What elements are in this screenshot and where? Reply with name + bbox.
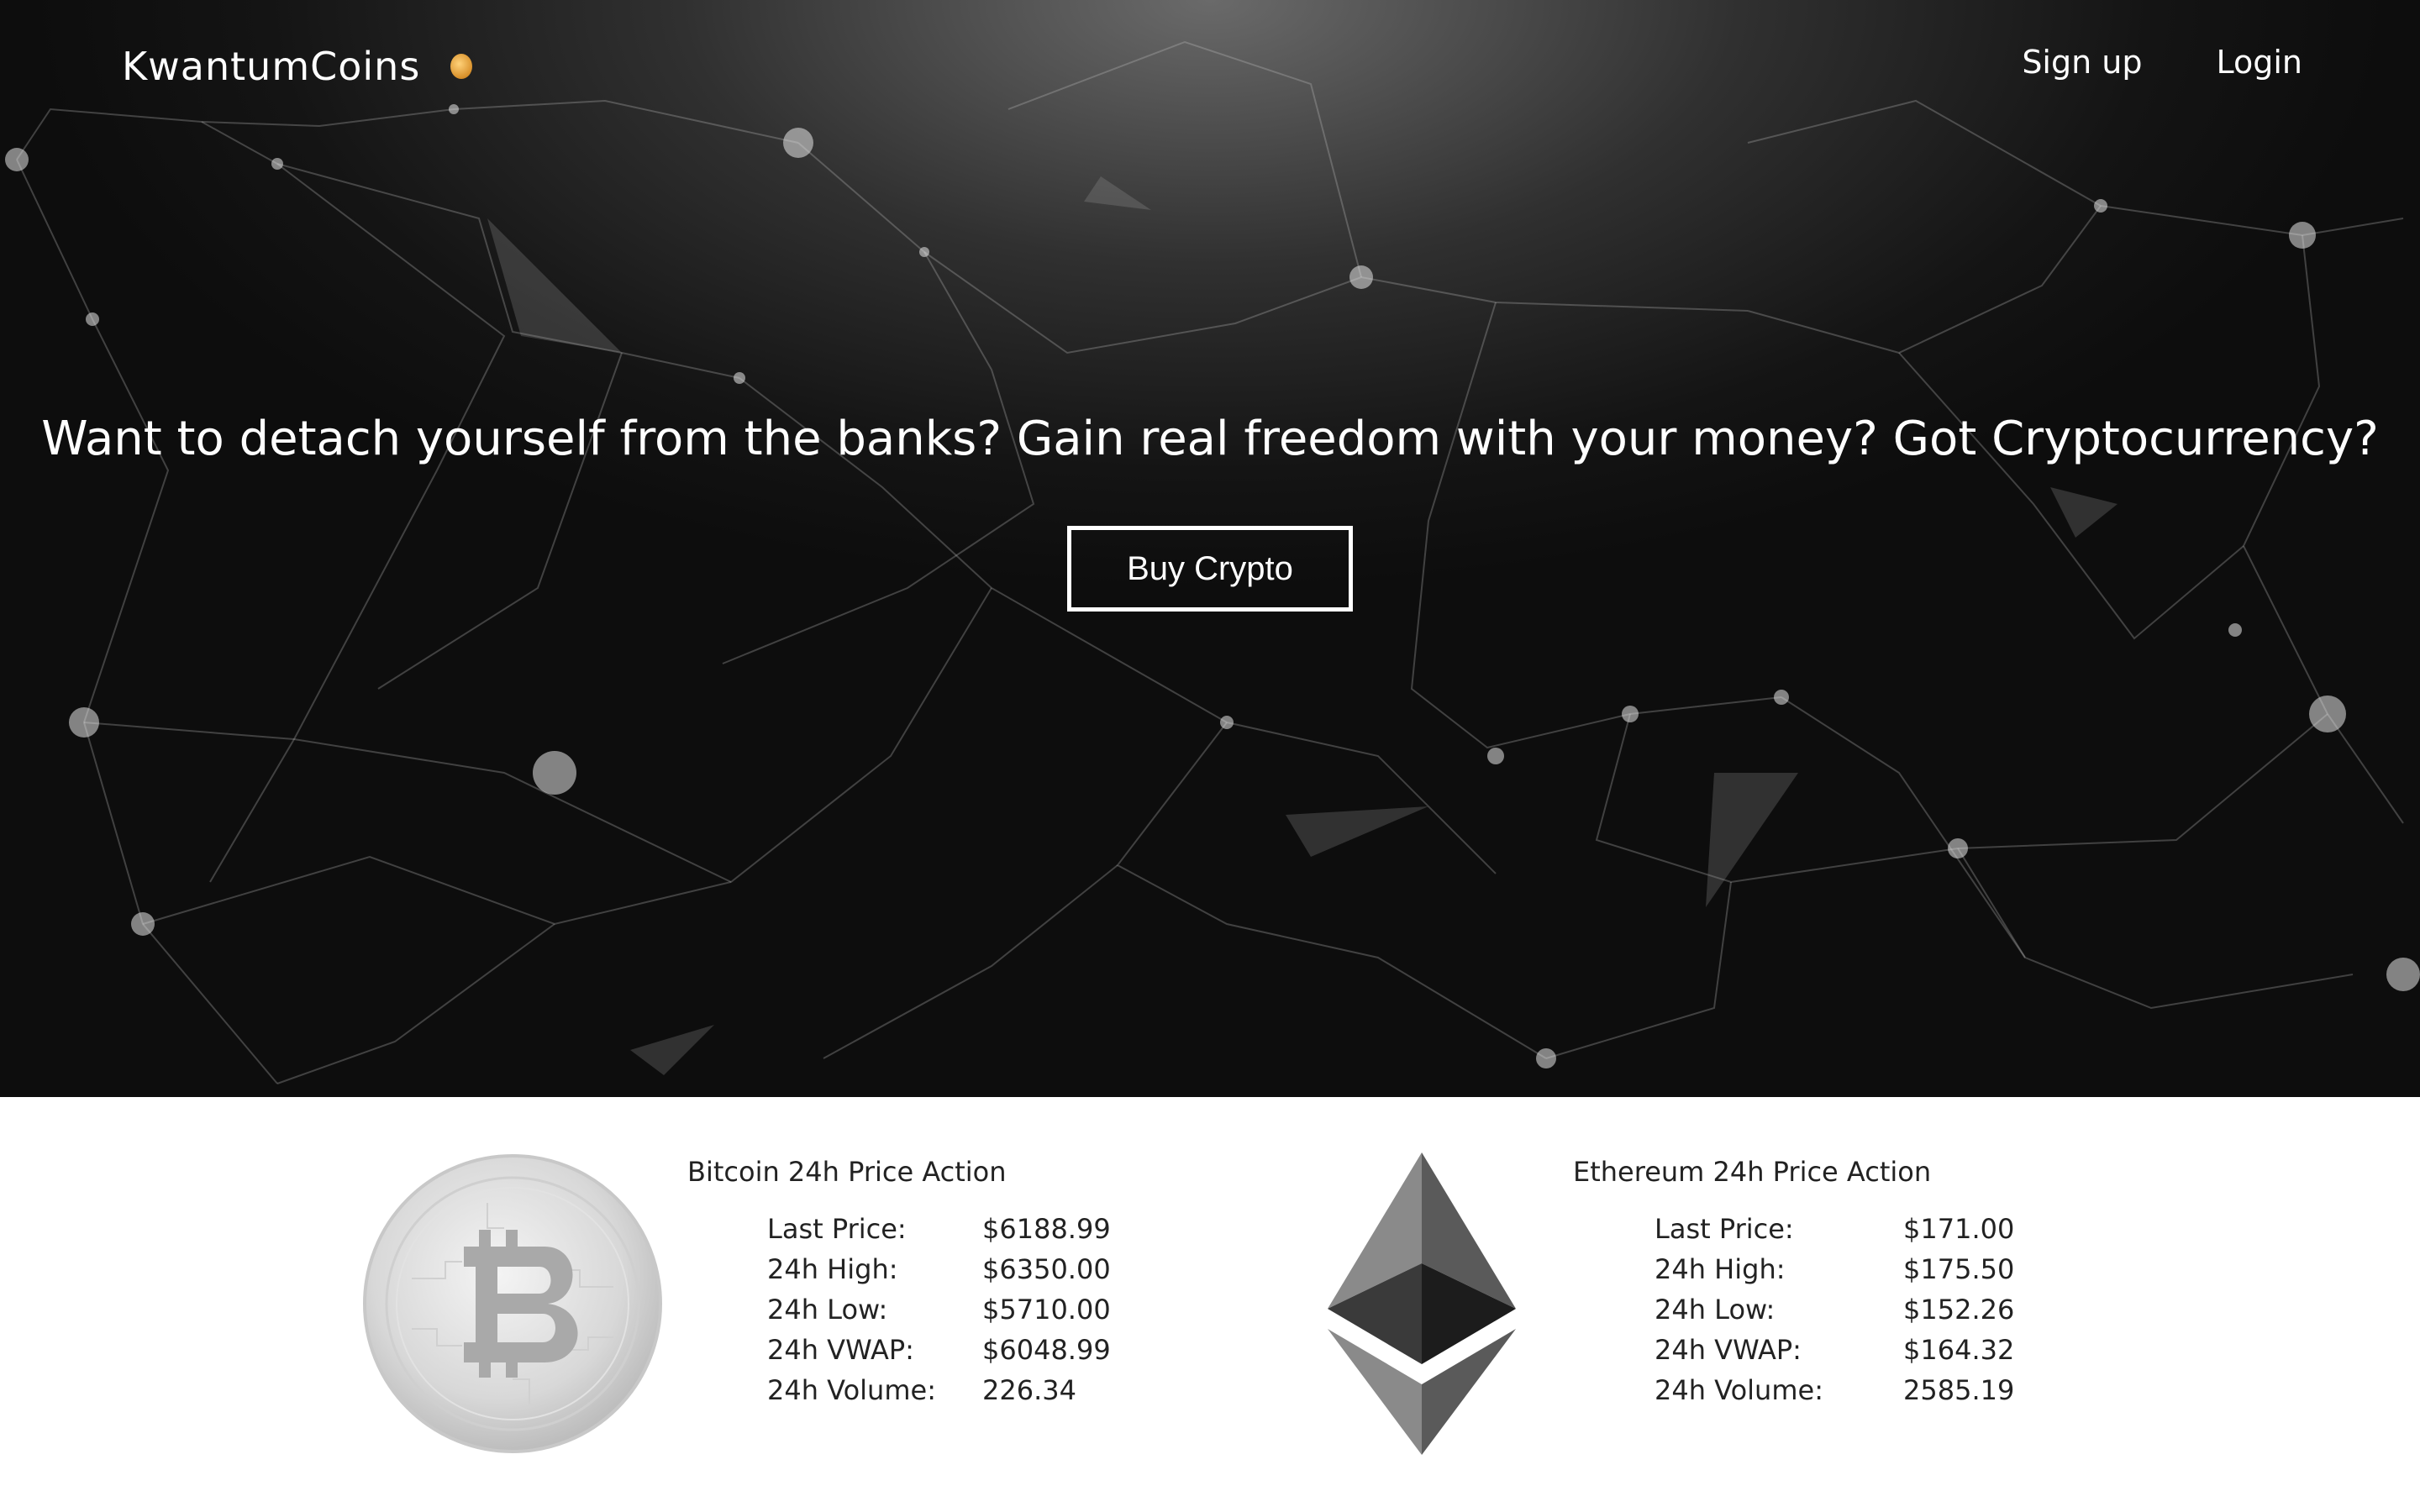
stat-value: 226.34 <box>982 1374 1076 1406</box>
stat-value: $152.26 <box>1903 1294 2015 1326</box>
stat-label: 24h Low: <box>1655 1294 1776 1326</box>
buy-crypto-button[interactable]: Buy Crypto <box>1067 526 1353 612</box>
bitcoin-card: Bitcoin 24h Price Action Last Price: $61… <box>361 1097 1202 1512</box>
stat-row: 24h Volume: 226.34 <box>767 1374 1111 1415</box>
signup-link[interactable]: Sign up <box>2022 44 2142 81</box>
stat-label: 24h VWAP: <box>1655 1334 1802 1366</box>
ethereum-card-title: Ethereum 24h Price Action <box>1573 1156 1932 1188</box>
ethereum-stats: Last Price: $171.00 24h High: $175.50 24… <box>1655 1213 2014 1415</box>
ethereum-card: Ethereum 24h Price Action Last Price: $1… <box>1328 1097 2084 1512</box>
stat-label: 24h High: <box>767 1253 898 1285</box>
hero-section: KwantumCoins Sign up Login Want to detac… <box>0 0 2420 1097</box>
stat-value: $5710.00 <box>982 1294 1111 1326</box>
stat-value: $6350.00 <box>982 1253 1111 1285</box>
top-nav: Sign up Login <box>2022 44 2302 81</box>
ethereum-icon <box>1328 1152 1516 1455</box>
login-link[interactable]: Login <box>2216 44 2302 81</box>
stat-value: 2585.19 <box>1903 1374 2015 1406</box>
price-panel: Bitcoin 24h Price Action Last Price: $61… <box>0 1097 2420 1512</box>
stat-row: 24h High: $6350.00 <box>767 1253 1111 1294</box>
bitcoin-card-title: Bitcoin 24h Price Action <box>687 1156 1007 1188</box>
hero-tagline: Want to detach yourself from the banks? … <box>41 412 2379 466</box>
stat-row: 24h Volume: 2585.19 <box>1655 1374 2014 1415</box>
stat-label: 24h Low: <box>767 1294 888 1326</box>
stat-label: 24h High: <box>1655 1253 1786 1285</box>
bitcoin-stats: Last Price: $6188.99 24h High: $6350.00 … <box>767 1213 1111 1415</box>
stat-row: 24h High: $175.50 <box>1655 1253 2014 1294</box>
brand-logo[interactable]: KwantumCoins <box>122 44 473 89</box>
brand-name: KwantumCoins <box>122 44 421 89</box>
stat-row: 24h Low: $5710.00 <box>767 1294 1111 1334</box>
stat-row: 24h VWAP: $6048.99 <box>767 1334 1111 1374</box>
stat-value: $6048.99 <box>982 1334 1111 1366</box>
stat-label: Last Price: <box>1655 1213 1794 1245</box>
stat-label: 24h Volume: <box>1655 1374 1823 1406</box>
coin-icon <box>450 54 473 79</box>
stat-value: $6188.99 <box>982 1213 1111 1245</box>
stat-label: Last Price: <box>767 1213 907 1245</box>
stat-row: 24h Low: $152.26 <box>1655 1294 2014 1334</box>
stat-label: 24h Volume: <box>767 1374 936 1406</box>
stat-value: $171.00 <box>1903 1213 2015 1245</box>
stat-row: 24h VWAP: $164.32 <box>1655 1334 2014 1374</box>
stat-row: Last Price: $171.00 <box>1655 1213 2014 1253</box>
bitcoin-icon <box>363 1154 662 1453</box>
stat-label: 24h VWAP: <box>767 1334 914 1366</box>
stat-value: $175.50 <box>1903 1253 2015 1285</box>
stat-value: $164.32 <box>1903 1334 2015 1366</box>
stat-row: Last Price: $6188.99 <box>767 1213 1111 1253</box>
